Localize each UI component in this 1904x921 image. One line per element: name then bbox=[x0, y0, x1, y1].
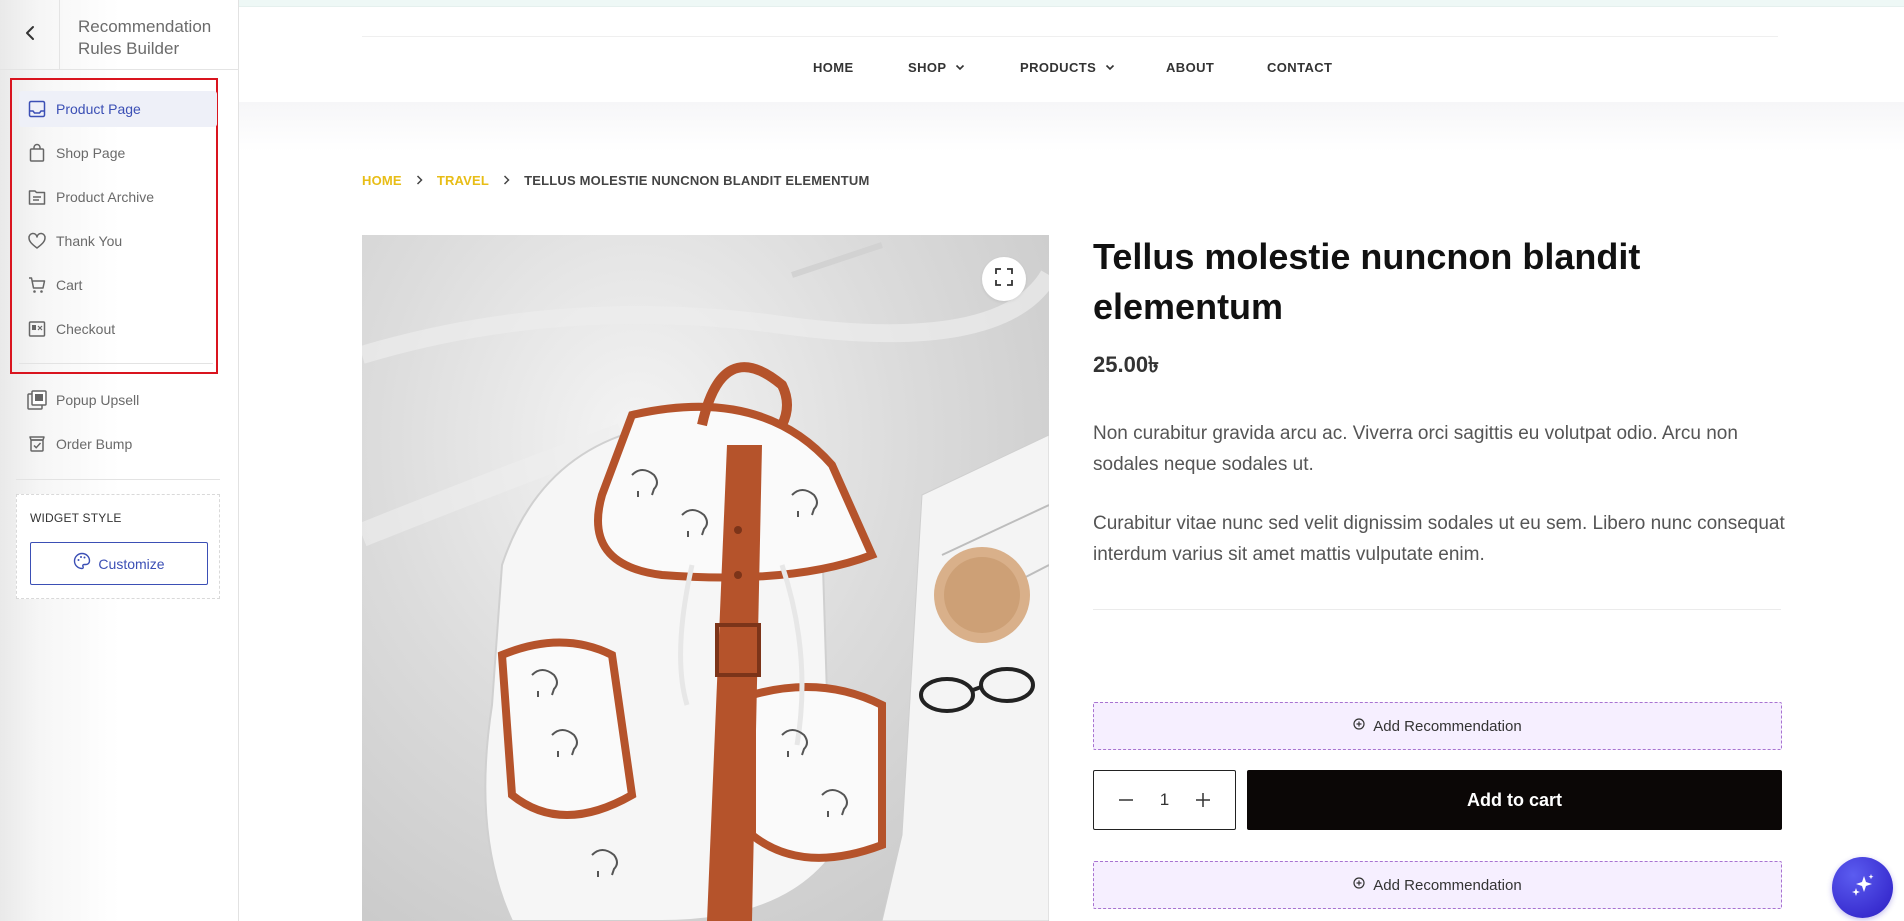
add-recommendation-label: Add Recommendation bbox=[1373, 717, 1522, 735]
product-description-1: Non curabitur gravida arcu ac. Viverra o… bbox=[1093, 423, 1738, 475]
sidebar-item-label: Checkout bbox=[56, 321, 116, 337]
product-page-icon bbox=[26, 98, 48, 120]
main-navigation: HOME SHOP PRODUCTS ABOUT CONTACT bbox=[0, 60, 1904, 80]
sidebar-item-label: Popup Upsell bbox=[56, 392, 140, 408]
sidebar-item-product-archive[interactable]: Product Archive bbox=[19, 179, 217, 215]
shopping-bag-icon bbox=[26, 142, 48, 164]
ai-assistant-button[interactable] bbox=[1832, 857, 1893, 918]
sidebar-item-shop-page[interactable]: Shop Page bbox=[19, 135, 217, 171]
heart-icon bbox=[26, 230, 48, 252]
nav-shop-label: SHOP bbox=[908, 60, 947, 75]
product-image[interactable] bbox=[362, 235, 1049, 921]
customize-button[interactable]: Customize bbox=[30, 542, 208, 585]
sidebar-item-label: Shop Page bbox=[56, 145, 126, 161]
chevron-right-icon bbox=[416, 175, 423, 185]
sidebar: Recommendation Rules Builder Product Pag… bbox=[0, 0, 239, 921]
nav-about-label: ABOUT bbox=[1166, 60, 1215, 75]
header-divider bbox=[362, 36, 1778, 37]
nav-divider bbox=[19, 363, 213, 364]
sidebar-item-label: Cart bbox=[56, 277, 83, 293]
sidebar-item-thank-you[interactable]: Thank You bbox=[19, 223, 217, 259]
nav-contact-label: CONTACT bbox=[1267, 60, 1333, 75]
chevron-left-icon bbox=[23, 25, 37, 46]
add-recommendation-button[interactable]: Add Recommendation bbox=[1093, 702, 1782, 750]
order-bump-icon bbox=[26, 433, 48, 455]
nav-products[interactable]: PRODUCTS bbox=[1020, 60, 1115, 75]
header-shadow bbox=[239, 102, 1904, 152]
popup-icon bbox=[26, 389, 48, 411]
customize-label: Customize bbox=[98, 555, 165, 572]
expand-icon bbox=[994, 267, 1014, 292]
nav-about[interactable]: ABOUT bbox=[1166, 60, 1214, 75]
add-to-cart-button[interactable]: Add to cart bbox=[1247, 770, 1782, 830]
sidebar-item-cart[interactable]: Cart bbox=[19, 267, 217, 303]
sidebar-item-product-page[interactable]: Product Page bbox=[19, 91, 217, 127]
sidebar-item-label: Product Page bbox=[56, 101, 141, 117]
breadcrumb-current: TELLUS MOLESTIE NUNCNON BLANDIT ELEMENTU… bbox=[524, 172, 870, 188]
description-divider bbox=[1093, 609, 1781, 610]
checkout-icon bbox=[26, 318, 48, 340]
sidebar-item-label: Order Bump bbox=[56, 436, 133, 452]
nav-home-label: HOME bbox=[813, 60, 854, 75]
widget-style-panel: WIDGET STYLE Customize bbox=[16, 494, 220, 599]
sidebar-item-order-bump[interactable]: Order Bump bbox=[19, 426, 217, 462]
palette-icon bbox=[73, 552, 91, 575]
sidebar-item-checkout[interactable]: Checkout bbox=[19, 311, 217, 347]
increment-button[interactable] bbox=[1191, 788, 1215, 812]
add-recommendation-label: Add Recommendation bbox=[1373, 876, 1522, 894]
top-accent-bar bbox=[239, 0, 1904, 7]
nav-divider bbox=[16, 479, 220, 480]
chevron-down-icon bbox=[1105, 64, 1115, 71]
decrement-button[interactable] bbox=[1114, 788, 1138, 812]
sidebar-item-label: Thank You bbox=[56, 233, 123, 249]
product-title: Tellus molestie nuncnon blandit elementu… bbox=[1093, 236, 1641, 327]
quantity-value[interactable]: 1 bbox=[1160, 790, 1169, 810]
breadcrumb-home[interactable]: HOME bbox=[362, 173, 402, 188]
sidebar-item-label: Product Archive bbox=[56, 189, 155, 205]
plus-circle-icon bbox=[1353, 876, 1365, 894]
add-recommendation-button-2[interactable]: Add Recommendation bbox=[1093, 861, 1782, 909]
nav-products-label: PRODUCTS bbox=[1020, 60, 1097, 75]
fullscreen-button[interactable] bbox=[982, 257, 1026, 301]
sidebar-title: Recommendation Rules Builder bbox=[78, 17, 212, 58]
chevron-down-icon bbox=[955, 64, 965, 71]
product-description-2: Curabitur vitae nunc sed velit dignissim… bbox=[1093, 513, 1785, 565]
breadcrumb: HOME TRAVEL TELLUS MOLESTIE NUNCNON BLAN… bbox=[362, 171, 870, 189]
quantity-stepper: 1 bbox=[1093, 770, 1236, 830]
product-price: 25.00৳ bbox=[1093, 352, 1160, 377]
sidebar-item-popup-upsell[interactable]: Popup Upsell bbox=[19, 382, 217, 418]
breadcrumb-travel[interactable]: TRAVEL bbox=[437, 173, 489, 188]
archive-icon bbox=[26, 186, 48, 208]
nav-shop[interactable]: SHOP bbox=[908, 60, 965, 75]
backpack-photo bbox=[362, 242, 1049, 921]
cart-icon bbox=[26, 274, 48, 296]
nav-contact[interactable]: CONTACT bbox=[1267, 60, 1332, 75]
sparkle-icon bbox=[1849, 871, 1877, 904]
nav-home[interactable]: HOME bbox=[813, 60, 854, 75]
chevron-right-icon bbox=[503, 175, 510, 185]
widget-style-title: WIDGET STYLE bbox=[30, 511, 122, 525]
plus-circle-icon bbox=[1353, 717, 1365, 735]
